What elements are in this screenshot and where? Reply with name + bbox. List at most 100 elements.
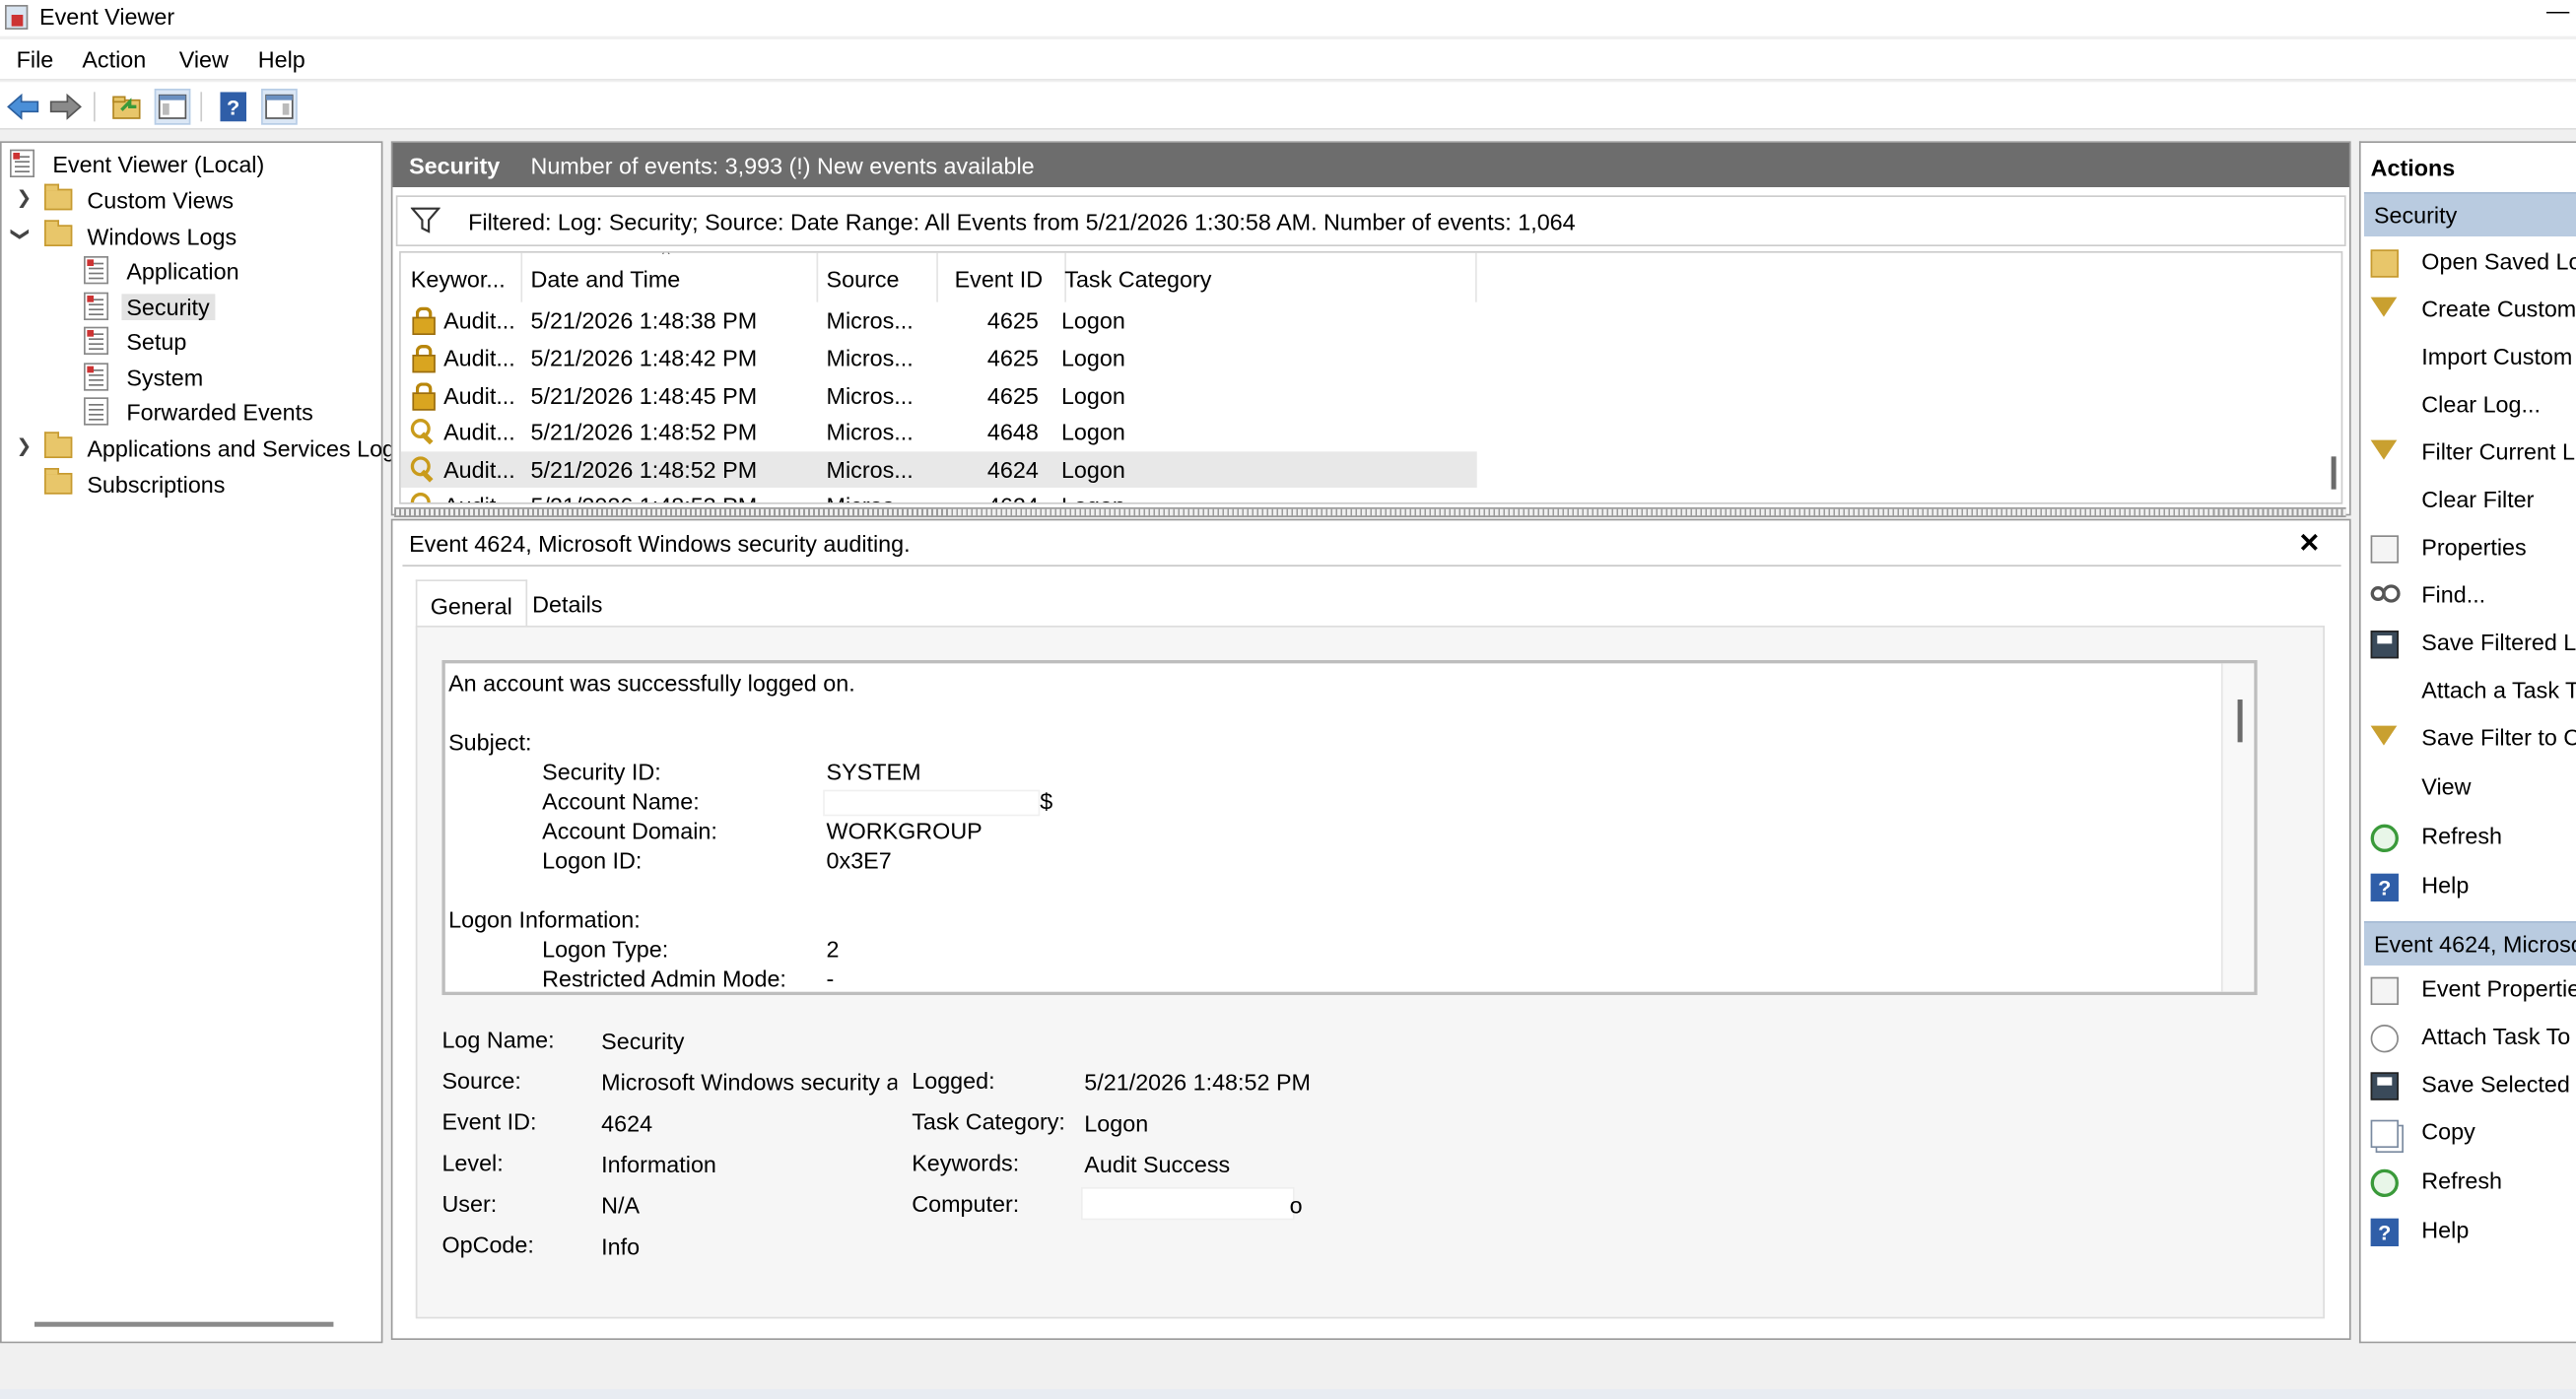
console-tree: Event Viewer (Local) ❯ Custom Views ❯ Wi…: [0, 141, 407, 1344]
action-import-custom-view[interactable]: Import Custom View...: [2361, 338, 2576, 380]
action-save-filtered-log-file-as[interactable]: Save Filtered Log File As...: [2361, 624, 2576, 666]
column-task-category[interactable]: Task Category: [1064, 252, 1477, 302]
action-label: View: [2421, 773, 2472, 800]
cell-task-category: Logon: [1060, 456, 1125, 484]
action-copy[interactable]: Copy: [2361, 1113, 2576, 1156]
message-line: An account was successfully logged on.: [448, 670, 855, 697]
column-event-id[interactable]: Event ID: [955, 252, 1066, 302]
action-label: Open Saved Log...: [2421, 247, 2576, 275]
action-view[interactable]: View: [2361, 768, 2576, 811]
action-pane-icon[interactable]: [261, 89, 298, 125]
action-refresh[interactable]: Refresh: [2361, 818, 2576, 860]
message-scrollbar-thumb[interactable]: [2237, 700, 2243, 743]
log-icon: [84, 363, 109, 391]
action-clear-log[interactable]: Clear Log...: [2361, 386, 2576, 429]
back-arrow-icon[interactable]: [5, 89, 41, 125]
action-attach-task-to-this-event[interactable]: Attach Task To This Event...: [2361, 1018, 2576, 1060]
menu-help[interactable]: Help: [258, 46, 305, 73]
action-create-custom-view[interactable]: Create Custom View...: [2361, 291, 2576, 333]
cell-source: Micros...: [826, 345, 914, 371]
table-row[interactable]: Audit... 5/21/2026 1:48:45 PM Micros... 462…: [401, 377, 1477, 414]
help-icon[interactable]: ?: [215, 89, 251, 125]
table-row[interactable]: Audit... 5/21/2026 1:48:42 PM Micros... 462…: [401, 340, 1477, 376]
filter-icon: [2370, 439, 2398, 460]
action-help[interactable]: ? Help: [2361, 867, 2576, 909]
table-row[interactable]: Audit... 5/21/2026 1:48:53 PM Micros... 462…: [401, 488, 1477, 503]
tree-item-application[interactable]: Application: [84, 253, 244, 288]
account-domain-value: WORKGROUP: [826, 818, 983, 844]
action-filter-current-log[interactable]: Filter Current Log...: [2361, 433, 2576, 476]
event-message[interactable]: An account was successfully logged on. S…: [441, 660, 2258, 996]
actions-group-event[interactable]: Event 4624, Microsoft Windows security a…: [2363, 921, 2576, 966]
action-attach-a-task-to-this-log[interactable]: Attach a Task To this Log...: [2361, 672, 2576, 714]
tree-item-root[interactable]: Event Viewer (Local): [10, 146, 269, 180]
tree-item-windows-logs[interactable]: Windows Logs: [44, 219, 241, 253]
cell-source: Micros...: [826, 419, 914, 445]
action-event-properties[interactable]: Event Properties: [2361, 970, 2576, 1013]
help-icon: ?: [2370, 1218, 2399, 1247]
tree-item-security[interactable]: Security: [84, 289, 215, 323]
tree-item-app-services-logs[interactable]: Applications and Services Logs: [44, 431, 412, 465]
source-label: Source:: [441, 1067, 521, 1095]
chevron-right-icon[interactable]: ❯: [17, 187, 32, 209]
folder-icon: [44, 468, 73, 495]
log-name: Security: [409, 153, 501, 179]
open-folder-icon[interactable]: [108, 89, 145, 125]
tab-general[interactable]: General: [415, 579, 527, 630]
action-label: Help: [2421, 872, 2470, 899]
action-label: Help: [2421, 1217, 2470, 1243]
menu-file[interactable]: File: [17, 46, 54, 73]
tree-item-custom-views[interactable]: Custom Views: [44, 182, 238, 217]
action-label: Copy: [2421, 1118, 2475, 1145]
table-row[interactable]: Audit... 5/21/2026 1:48:38 PM Micros... 462…: [401, 302, 1477, 339]
action-find[interactable]: Find...: [2361, 576, 2576, 619]
tree-item-system[interactable]: System: [84, 360, 208, 394]
log-event-count: Number of events: 3,993 (!) New events a…: [530, 153, 1035, 179]
folder-icon: [44, 183, 73, 211]
action-save-selected-events[interactable]: Save Selected Events...: [2361, 1066, 2576, 1108]
folder-icon: [44, 220, 73, 247]
tree-item-subscriptions[interactable]: Subscriptions: [44, 466, 230, 500]
menu-view[interactable]: View: [179, 46, 229, 73]
chevron-down-icon[interactable]: ❯: [10, 227, 32, 241]
chevron-right-icon[interactable]: ❯: [17, 435, 32, 456]
forward-arrow-icon[interactable]: [47, 89, 84, 125]
cell-keyword: Audit...: [443, 493, 515, 502]
table-row[interactable]: Audit... 5/21/2026 1:48:52 PM Micros... 462…: [400, 451, 1477, 489]
horizontal-scrollbar[interactable]: [34, 1321, 334, 1327]
cell-task-category: Logon: [1060, 382, 1125, 410]
actions-pane: Actions Security Open Saved Log... Create…: [2358, 141, 2576, 1344]
action-save-filter-to-custom-view[interactable]: Save Filter to Custom View...: [2361, 719, 2576, 762]
tree-item-setup[interactable]: Setup: [84, 323, 191, 358]
action-properties[interactable]: Properties: [2361, 529, 2576, 571]
action-refresh[interactable]: Refresh: [2361, 1163, 2576, 1205]
task-category-label: Task Category:: [912, 1108, 1065, 1135]
cell-date-time: 5/21/2026 1:48:45 PM: [530, 382, 758, 410]
action-help[interactable]: ? Help: [2361, 1212, 2576, 1254]
console-tree-icon[interactable]: [154, 89, 191, 125]
action-clear-filter[interactable]: Clear Filter: [2361, 481, 2576, 523]
menu-action[interactable]: Action: [82, 46, 146, 73]
close-icon[interactable]: ✕: [2298, 527, 2320, 560]
action-label: Event Properties: [2421, 975, 2576, 1002]
cell-keyword: Audit...: [443, 382, 515, 410]
pane-splitter[interactable]: [394, 507, 2346, 518]
vertical-scrollbar[interactable]: [2331, 456, 2337, 490]
filter-bar: Filtered: Log: Security; Source: Date Ra…: [395, 195, 2346, 247]
column-date-time[interactable]: Date and Time: [530, 252, 819, 302]
action-label: Save Filtered Log File As...: [2421, 629, 2576, 656]
column-source[interactable]: Source: [827, 252, 938, 302]
cell-keyword: Audit...: [443, 419, 515, 445]
actions-group-security[interactable]: Security: [2363, 192, 2576, 237]
action-label: Refresh: [2421, 823, 2503, 849]
action-open-saved-log[interactable]: Open Saved Log...: [2361, 243, 2576, 286]
tab-details[interactable]: Details: [519, 579, 616, 629]
table-row[interactable]: Audit... 5/21/2026 1:48:52 PM Micros... 464…: [401, 414, 1477, 450]
event-viewer-icon: [10, 149, 35, 178]
column-keywords[interactable]: Keywor...: [411, 252, 523, 302]
tree-item-forwarded-events[interactable]: Forwarded Events: [84, 394, 318, 429]
log-name-value: Security: [601, 1028, 685, 1055]
action-label: Save Filter to Custom View...: [2421, 724, 2576, 751]
save-icon: [2370, 1072, 2399, 1100]
minimize-button[interactable]: —: [2546, 0, 2569, 23]
